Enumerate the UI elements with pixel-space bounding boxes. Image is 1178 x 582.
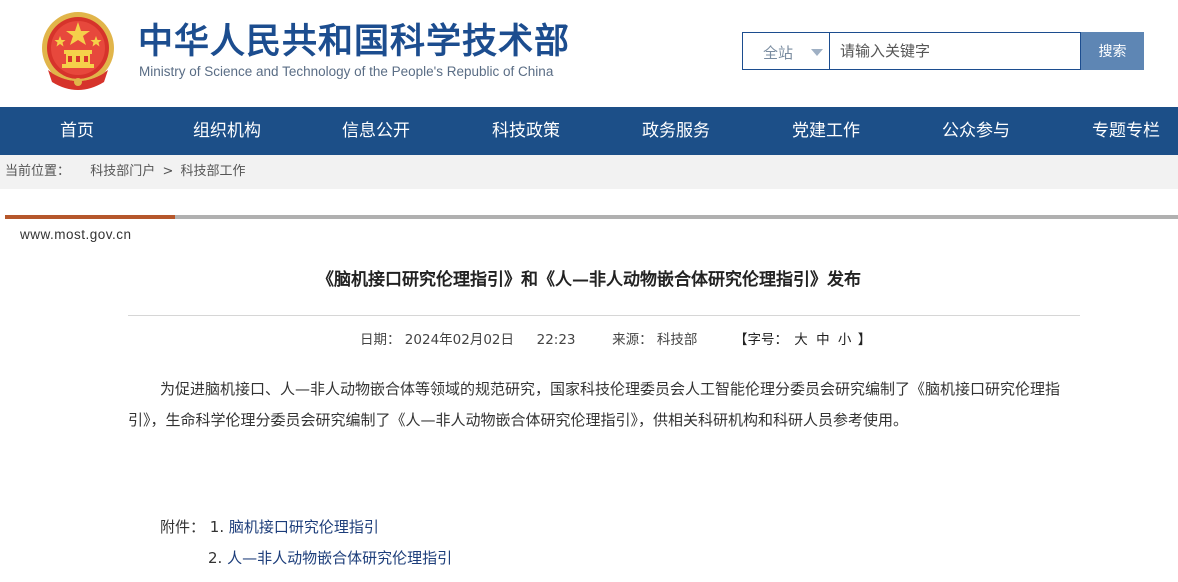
nav-item-topics[interactable]: 专题专栏: [1092, 107, 1160, 155]
article-time: 22:23: [536, 332, 576, 348]
date-label: 日期：: [360, 332, 401, 348]
main-nav: 首页 组织机构 信息公开 科技政策 政务服务 党建工作 公众参与 专题专栏: [0, 107, 1178, 155]
site-header: 中华人民共和国科学技术部 Ministry of Science and Tec…: [0, 0, 1178, 107]
attachment-link-brain-computer[interactable]: 脑机接口研究伦理指引: [229, 518, 379, 536]
nav-item-organization[interactable]: 组织机构: [193, 107, 261, 155]
attachment-index: 1.: [209, 518, 225, 536]
nav-item-party[interactable]: 党建工作: [792, 107, 860, 155]
search-scope-label: 全站: [763, 44, 794, 62]
attachment-index: 2.: [208, 549, 223, 567]
nav-item-policy[interactable]: 科技政策: [492, 107, 560, 155]
font-size-prefix: 【字号：: [734, 332, 788, 348]
nav-item-services[interactable]: 政务服务: [642, 107, 710, 155]
breadcrumb-label: 当前位置：: [5, 164, 71, 179]
search-scope-select[interactable]: 全站: [742, 32, 830, 70]
site-title[interactable]: 中华人民共和国科学技术部: [138, 20, 570, 64]
font-size-small-button[interactable]: 小: [838, 332, 852, 348]
font-size-suffix: 】: [857, 332, 872, 348]
nav-item-public[interactable]: 公众参与: [942, 107, 1010, 155]
national-emblem-icon[interactable]: [38, 8, 118, 92]
article-date: 2024年02月02日: [404, 332, 515, 348]
breadcrumb-link-portal[interactable]: 科技部门户: [90, 164, 155, 179]
site-subtitle: Ministry of Science and Technology of th…: [139, 64, 554, 79]
attachments: 附件： 1. 脑机接口研究伦理指引 2. 人—非人动物嵌合体研究伦理指引: [160, 512, 452, 574]
attachments-label: 附件：: [160, 518, 206, 536]
attachment-link-chimera[interactable]: 人—非人动物嵌合体研究伦理指引: [227, 549, 452, 567]
breadcrumb-separator: >: [162, 164, 174, 179]
breadcrumb-link-work[interactable]: 科技部工作: [181, 164, 246, 179]
nav-item-home[interactable]: 首页: [60, 107, 94, 155]
nav-item-information[interactable]: 信息公开: [342, 107, 410, 155]
attachment-row: 附件： 1. 脑机接口研究伦理指引: [160, 512, 452, 543]
search-input[interactable]: [830, 32, 1081, 70]
attachment-row: 2. 人—非人动物嵌合体研究伦理指引: [160, 543, 452, 574]
content-divider-accent: [5, 215, 175, 219]
font-size-medium-button[interactable]: 中: [816, 332, 830, 348]
search-button[interactable]: 搜索: [1081, 32, 1144, 70]
site-url: www.most.gov.cn: [20, 227, 132, 242]
source-label: 来源：: [612, 332, 653, 348]
title-divider: [128, 315, 1080, 316]
article-title: 《脑机接口研究伦理指引》和《人—非人动物嵌合体研究伦理指引》发布: [317, 270, 861, 290]
article-meta: 日期： 2024年02月02日 22:23 来源： 科技部 【字号： 大 中 小…: [360, 328, 871, 348]
content-divider: [5, 215, 1178, 219]
font-size-large-button[interactable]: 大: [794, 332, 808, 348]
article-source: 科技部: [656, 332, 698, 348]
chevron-down-icon: [811, 49, 823, 56]
breadcrumb: 当前位置： 科技部门户 > 科技部工作: [0, 155, 1178, 189]
article-body: 为促进脑机接口、人—非人动物嵌合体等领域的规范研究，国家科技伦理委员会人工智能伦…: [128, 380, 1061, 429]
